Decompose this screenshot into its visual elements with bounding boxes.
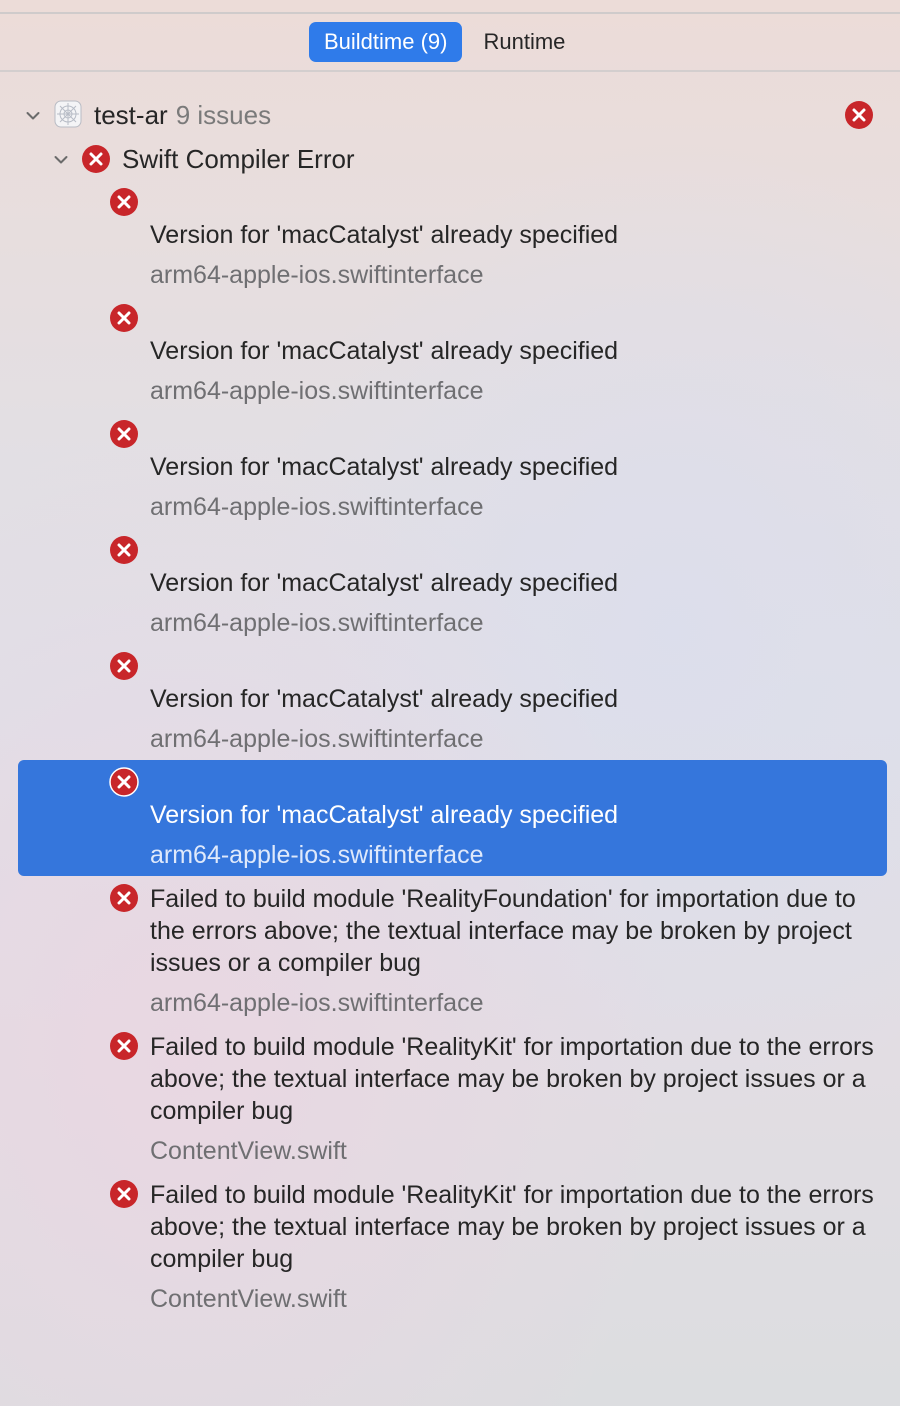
top-border bbox=[0, 12, 900, 14]
issue-file: ContentView.swift bbox=[150, 1285, 347, 1313]
error-icon bbox=[109, 187, 139, 217]
issue-row[interactable]: Version for 'macCatalyst' already specif… bbox=[18, 530, 887, 646]
issue-type-tabs: Buildtime (9) Runtime bbox=[309, 22, 580, 62]
issue-file: arm64-apple-ios.swiftinterface bbox=[150, 493, 484, 521]
error-icon bbox=[109, 535, 139, 565]
issue-group-row[interactable]: Swift Compiler Error bbox=[0, 140, 900, 180]
issue-row-selected[interactable]: Version for 'macCatalyst' already specif… bbox=[18, 760, 887, 876]
divider bbox=[0, 70, 900, 72]
issue-message: Version for 'macCatalyst' already specif… bbox=[150, 569, 619, 597]
issue-row[interactable]: Failed to build module 'RealityFoundatio… bbox=[18, 878, 887, 1022]
error-icon bbox=[109, 651, 139, 681]
issue-file: arm64-apple-ios.swiftinterface bbox=[150, 841, 484, 869]
error-icon bbox=[109, 419, 139, 449]
issue-row[interactable]: Version for 'macCatalyst' already specif… bbox=[18, 298, 887, 414]
issue-message: Version for 'macCatalyst' already specif… bbox=[150, 221, 619, 249]
issue-message: Version for 'macCatalyst' already specif… bbox=[150, 453, 619, 481]
project-title: test-ar 9 issues bbox=[94, 100, 271, 131]
issue-message: Failed to build module 'RealityKit' for … bbox=[150, 1181, 874, 1273]
issue-row[interactable]: Version for 'macCatalyst' already specif… bbox=[18, 414, 887, 530]
error-icon bbox=[109, 1031, 139, 1061]
error-icon bbox=[109, 303, 139, 333]
issue-message: Failed to build module 'RealityFoundatio… bbox=[150, 885, 856, 977]
issue-file: arm64-apple-ios.swiftinterface bbox=[150, 261, 484, 289]
issue-file: ContentView.swift bbox=[150, 1137, 347, 1165]
issue-count: 9 issues bbox=[175, 100, 272, 130]
chevron-down-icon[interactable] bbox=[52, 151, 70, 169]
issue-row[interactable]: Version for 'macCatalyst' already specif… bbox=[18, 182, 887, 298]
tab-runtime[interactable]: Runtime bbox=[468, 22, 580, 62]
project-row[interactable]: test-ar 9 issues bbox=[0, 96, 900, 136]
issue-file: arm64-apple-ios.swiftinterface bbox=[150, 609, 484, 637]
issue-message: Failed to build module 'RealityKit' for … bbox=[150, 1033, 874, 1125]
error-icon bbox=[109, 767, 139, 797]
issue-file: arm64-apple-ios.swiftinterface bbox=[150, 377, 484, 405]
app-project-icon bbox=[54, 100, 82, 128]
error-icon bbox=[109, 1179, 139, 1209]
issue-message: Version for 'macCatalyst' already specif… bbox=[150, 685, 619, 713]
chevron-down-icon[interactable] bbox=[24, 107, 42, 125]
issue-row[interactable]: Failed to build module 'RealityKit' for … bbox=[18, 1026, 887, 1170]
project-name: test-ar bbox=[94, 100, 168, 130]
issue-row[interactable]: Failed to build module 'RealityKit' for … bbox=[18, 1174, 887, 1318]
issue-message: Version for 'macCatalyst' already specif… bbox=[150, 801, 619, 829]
issue-row[interactable]: Version for 'macCatalyst' already specif… bbox=[18, 646, 887, 762]
issue-file: arm64-apple-ios.swiftinterface bbox=[150, 725, 484, 753]
issue-message: Version for 'macCatalyst' already specif… bbox=[150, 337, 619, 365]
error-icon bbox=[81, 144, 111, 174]
tab-buildtime[interactable]: Buildtime (9) bbox=[309, 22, 463, 62]
error-icon bbox=[844, 100, 874, 130]
error-icon bbox=[109, 883, 139, 913]
group-title: Swift Compiler Error bbox=[122, 144, 355, 174]
issue-file: arm64-apple-ios.swiftinterface bbox=[150, 989, 484, 1017]
